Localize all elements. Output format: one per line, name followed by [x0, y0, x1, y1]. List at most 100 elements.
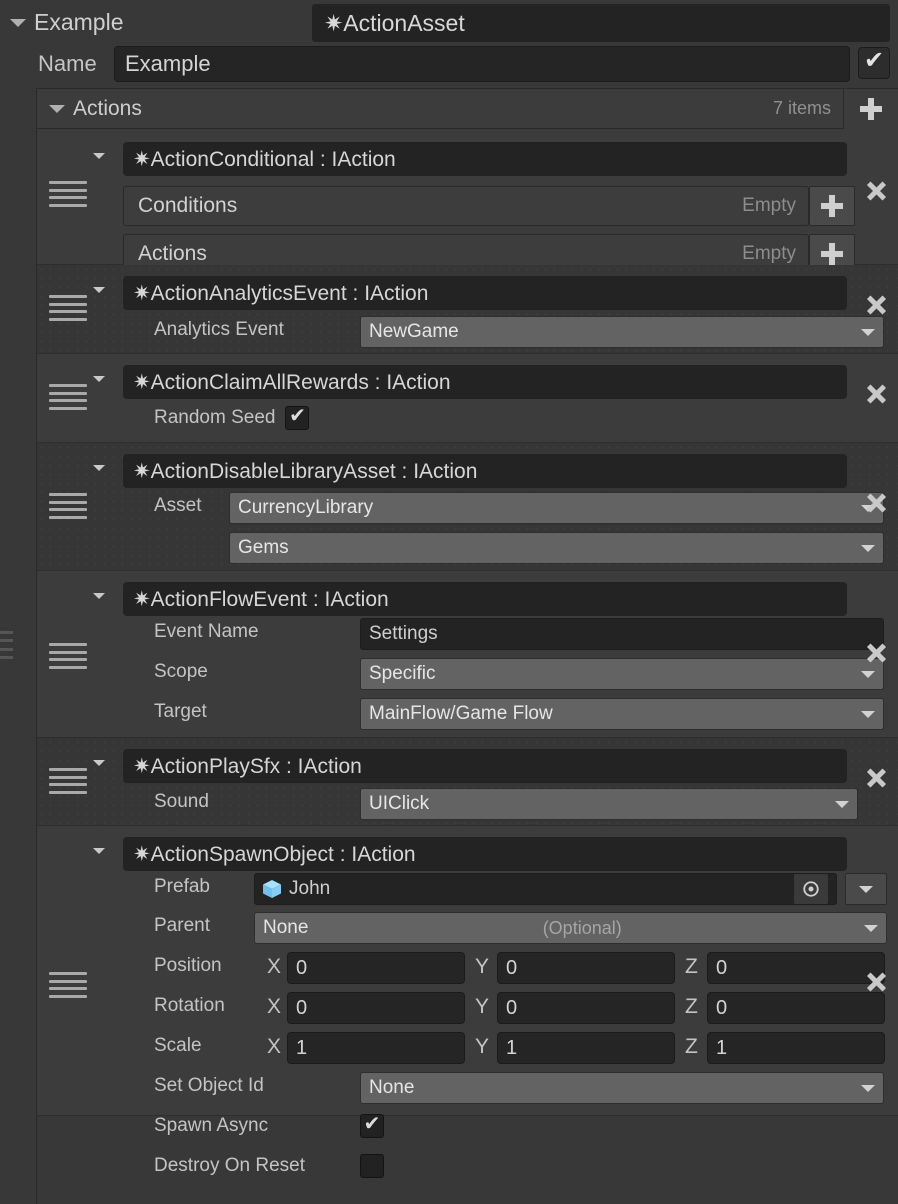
action-type-field[interactable]: ✷ActionSpawnObject : IAction	[123, 837, 847, 871]
asset-type-field[interactable]: ✷ActionAsset	[312, 4, 890, 42]
action-type-field[interactable]: ✷ActionAnalyticsEvent : IAction	[123, 276, 847, 310]
drag-handle[interactable]	[49, 643, 87, 669]
action-type-field[interactable]: ✷ActionDisableLibraryAsset : IAction	[123, 454, 847, 488]
action-type-field[interactable]: ✷ActionConditional : IAction	[123, 142, 847, 176]
prefab-value: John	[289, 878, 331, 899]
plus-icon	[821, 195, 843, 217]
spawn-async-label: Spawn Async	[154, 1115, 269, 1136]
delete-action-button[interactable]	[866, 384, 886, 404]
name-input[interactable]: Example	[114, 46, 850, 82]
rotation-z-input[interactable]: 0	[707, 992, 885, 1024]
random-seed-checkbox[interactable]: ✔	[285, 405, 310, 430]
drag-handle[interactable]	[49, 181, 87, 207]
position-y-input[interactable]: 0	[497, 952, 675, 984]
scope-label: Scope	[154, 661, 208, 682]
action-foldout-arrow-icon[interactable]	[93, 376, 105, 382]
enabled-checkbox[interactable]: ✔	[858, 47, 890, 79]
analytics-event-dropdown[interactable]: NewGame	[360, 316, 884, 348]
close-icon	[866, 295, 886, 315]
sound-value: UIClick	[369, 793, 430, 814]
delete-action-button[interactable]	[866, 972, 886, 992]
position-z-input[interactable]: 0	[707, 952, 885, 984]
target-label: Target	[154, 701, 207, 722]
action-foldout-arrow-icon[interactable]	[93, 760, 105, 766]
drag-handle-icon	[49, 181, 87, 207]
action-type-field[interactable]: ✷ActionPlaySfx : IAction	[123, 749, 847, 783]
set-object-id-dropdown[interactable]: None	[360, 1072, 884, 1104]
name-row: Name Example ✔	[0, 45, 898, 83]
destroy-on-reset-checkbox[interactable]	[360, 1154, 384, 1178]
asset-dropdown[interactable]: CurrencyLibrary	[229, 492, 884, 524]
sound-dropdown[interactable]: UIClick	[360, 788, 858, 820]
asset-header: Example ✷ActionAsset	[0, 0, 898, 45]
drag-handle[interactable]	[49, 768, 87, 794]
prefab-dropdown-button[interactable]	[845, 873, 887, 905]
position-label: Position	[154, 955, 222, 976]
action-row: ✷ActionPlaySfx : IAction Sound UIClick	[37, 738, 898, 826]
action-foldout-arrow-icon[interactable]	[93, 848, 105, 854]
asset-value: CurrencyLibrary	[238, 497, 374, 518]
list-foldout-arrow-icon[interactable]	[49, 104, 65, 113]
close-icon	[866, 493, 886, 513]
action-foldout-arrow-icon[interactable]	[93, 465, 105, 471]
chevron-down-icon	[861, 328, 875, 336]
set-object-id-label: Set Object Id	[154, 1075, 264, 1096]
action-foldout-arrow-icon[interactable]	[93, 153, 105, 159]
prefab-label: Prefab	[154, 876, 210, 897]
scale-z-axis-label: Z	[685, 1035, 698, 1058]
delete-action-button[interactable]	[866, 643, 886, 663]
rotation-y-input[interactable]: 0	[497, 992, 675, 1024]
delete-action-button[interactable]	[866, 295, 886, 315]
conditions-status: Empty	[742, 195, 796, 216]
target-icon	[803, 881, 819, 897]
drag-handle-icon	[49, 493, 87, 519]
target-dropdown[interactable]: MainFlow/Game Flow	[360, 698, 884, 730]
analytics-event-value: NewGame	[369, 321, 459, 342]
parent-dropdown[interactable]: None (Optional)	[254, 912, 887, 944]
chevron-down-icon	[861, 670, 875, 678]
rotation-x-input[interactable]: 0	[287, 992, 465, 1024]
overflow-drag-handle-icon	[0, 631, 13, 659]
drag-handle[interactable]	[49, 384, 87, 410]
actions-list-label: Actions	[73, 96, 142, 120]
action-row: ✷ActionConditional : IAction Conditions …	[37, 129, 898, 274]
conditions-list-field[interactable]: Conditions Empty	[123, 186, 809, 226]
action-foldout-arrow-icon[interactable]	[93, 593, 105, 599]
drag-handle[interactable]	[49, 493, 87, 519]
spawn-async-checkbox[interactable]: ✔	[360, 1114, 384, 1138]
scale-x-axis-label: X	[267, 1035, 282, 1058]
check-icon: ✔	[289, 405, 306, 427]
sound-label: Sound	[154, 791, 209, 812]
rotation-label: Rotation	[154, 995, 225, 1016]
scale-y-input[interactable]: 1	[497, 1032, 675, 1064]
delete-action-button[interactable]	[866, 493, 886, 513]
delete-action-button[interactable]	[866, 768, 886, 788]
close-icon	[866, 181, 886, 201]
action-type-field[interactable]: ✷ActionFlowEvent : IAction	[123, 582, 847, 616]
position-x-input[interactable]: 0	[287, 952, 465, 984]
action-row: ✷ActionDisableLibraryAsset : IAction Ass…	[37, 443, 898, 571]
scope-value: Specific	[369, 663, 436, 684]
action-type-field[interactable]: ✷ActionClaimAllRewards : IAction	[123, 365, 847, 399]
scale-x-input[interactable]: 1	[287, 1032, 465, 1064]
drag-handle[interactable]	[49, 295, 87, 321]
position-y-axis-label: Y	[475, 955, 490, 978]
analytics-event-label: Analytics Event	[154, 319, 284, 340]
drag-handle[interactable]	[49, 972, 87, 998]
close-icon	[866, 768, 886, 788]
add-condition-button[interactable]	[809, 186, 855, 226]
parent-value: None	[263, 917, 309, 938]
actions-item-count: 7 items	[772, 98, 831, 118]
action-row: ✷ActionClaimAllRewards : IAction Random …	[37, 354, 898, 443]
add-action-button[interactable]	[843, 89, 898, 129]
delete-action-button[interactable]	[866, 181, 886, 201]
foldout-arrow-icon[interactable]	[10, 18, 26, 27]
event-name-input[interactable]: Settings	[360, 618, 884, 650]
scope-dropdown[interactable]: Specific	[360, 658, 884, 690]
prefab-object-field[interactable]: John	[254, 873, 837, 905]
scale-z-input[interactable]: 1	[707, 1032, 885, 1064]
action-foldout-arrow-icon[interactable]	[93, 287, 105, 293]
object-picker-button[interactable]	[794, 874, 828, 904]
check-icon: ✔	[863, 47, 885, 74]
asset-entry-dropdown[interactable]: Gems	[229, 532, 884, 564]
